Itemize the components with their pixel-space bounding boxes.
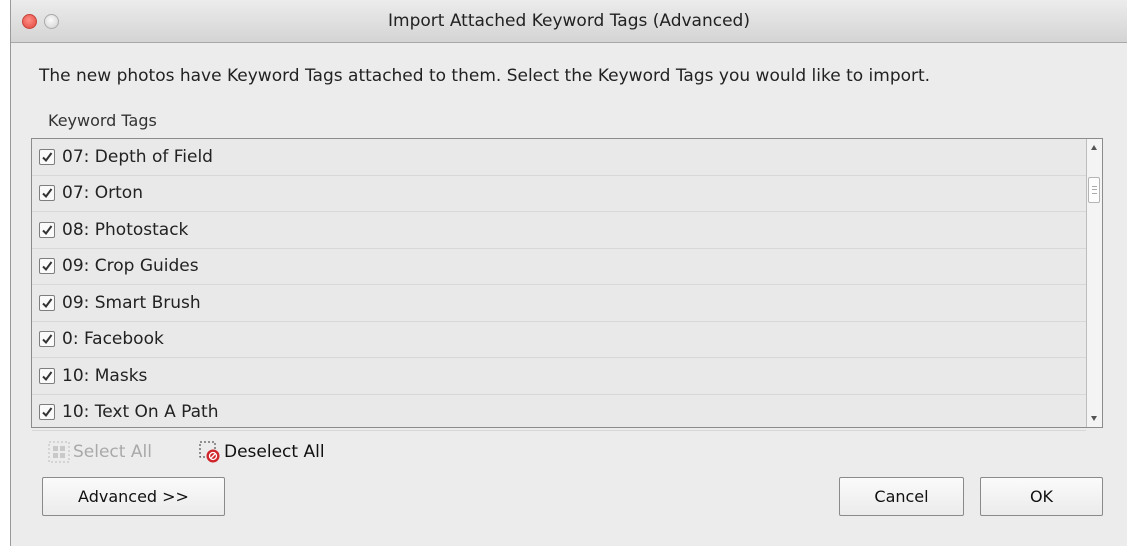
scrollbar-thumb[interactable] <box>1088 177 1100 203</box>
keyword-tag-row[interactable]: 07: Depth of Field <box>32 139 1086 176</box>
keyword-tag-checkbox[interactable] <box>39 404 55 421</box>
advanced-button[interactable]: Advanced >> <box>42 477 225 516</box>
keyword-tag-label: 10: Text On A Path <box>62 402 219 423</box>
keyword-tag-row[interactable]: 09: Crop Guides <box>32 249 1086 285</box>
keyword-tag-label: 09: Smart Brush <box>62 292 201 313</box>
ok-button[interactable]: OK <box>980 477 1103 516</box>
checkmark-icon <box>42 371 53 381</box>
dialog-title: Import Attached Keyword Tags (Advanced) <box>388 11 750 31</box>
intro-text: The new photos have Keyword Tags attache… <box>39 66 931 86</box>
keyword-tags-label: Keyword Tags <box>48 111 157 130</box>
keyword-tag-label: 0: Facebook <box>62 329 164 350</box>
select-all-button[interactable]: Select All <box>47 440 152 464</box>
keyword-tag-checkbox[interactable] <box>39 221 55 238</box>
checkmark-icon <box>42 152 53 162</box>
checkmark-icon <box>42 334 53 345</box>
keyword-tag-checkbox[interactable] <box>39 331 55 348</box>
keyword-tags-rows: 07: Depth of Field 07: Orton 08: Photostac… <box>32 139 1086 431</box>
keyword-tag-row[interactable]: 10: Masks <box>32 358 1086 395</box>
keyword-tag-row[interactable]: 07: Orton <box>32 176 1086 212</box>
deselect-all-label: Deselect All <box>224 442 325 462</box>
keyword-tag-row[interactable]: 10: Text On A Path <box>32 395 1086 431</box>
scroll-down-arrow-icon[interactable] <box>1091 416 1097 421</box>
title-bar[interactable]: Import Attached Keyword Tags (Advanced) <box>11 0 1127 43</box>
import-keyword-tags-dialog: Import Attached Keyword Tags (Advanced) … <box>10 0 1127 546</box>
keyword-tag-label: 07: Orton <box>62 183 143 204</box>
keyword-tag-row[interactable]: 09: Smart Brush <box>32 285 1086 322</box>
checkmark-icon <box>42 407 53 418</box>
scroll-up-arrow-icon[interactable] <box>1091 145 1097 150</box>
keyword-tag-label: 09: Crop Guides <box>62 256 199 277</box>
keyword-tag-checkbox[interactable] <box>39 258 55 275</box>
keyword-tag-row[interactable]: 08: Photostack <box>32 212 1086 249</box>
select-all-label: Select All <box>73 442 152 462</box>
keyword-tag-checkbox[interactable] <box>39 148 55 165</box>
keyword-tags-list[interactable]: 07: Depth of Field 07: Orton 08: Photostac… <box>31 138 1103 431</box>
keyword-tag-label: 10: Masks <box>62 365 148 386</box>
checkmark-icon <box>42 298 53 308</box>
keyword-tag-label: 08: Photostack <box>62 219 189 240</box>
keyword-tag-label: 07: Depth of Field <box>62 146 213 167</box>
keyword-tag-checkbox[interactable] <box>39 367 55 384</box>
keyword-tag-row[interactable]: 0: Facebook <box>32 322 1086 358</box>
cancel-button[interactable]: Cancel <box>839 477 964 516</box>
keyword-tag-checkbox[interactable] <box>39 185 55 202</box>
keyword-tag-checkbox[interactable] <box>39 294 55 311</box>
deselect-all-button[interactable]: Deselect All <box>198 440 325 464</box>
deselect-all-icon <box>199 441 220 463</box>
checkmark-icon <box>42 188 53 199</box>
checkmark-icon <box>42 261 53 272</box>
checkmark-icon <box>42 225 53 235</box>
select-all-icon <box>48 441 70 463</box>
vertical-scrollbar[interactable] <box>1086 139 1102 427</box>
